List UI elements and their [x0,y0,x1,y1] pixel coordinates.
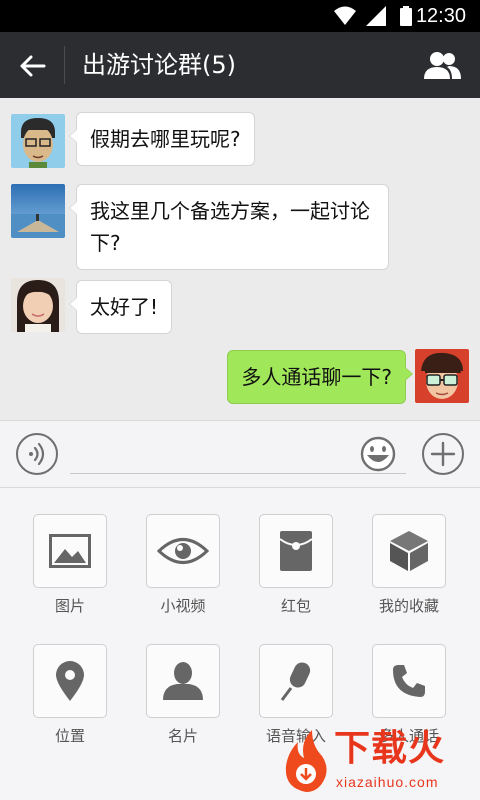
signal-icon [366,6,386,26]
header-divider [64,46,65,84]
microphone-icon [280,662,311,701]
status-time: 12:30 [415,5,466,27]
image-icon [49,534,91,568]
cube-icon [390,531,428,571]
chat-title: 出游讨论群(5) [82,51,236,79]
battery-icon [400,6,412,26]
sent-message-bubble[interactable]: 多人通话聊一下? [227,350,413,404]
avatar-girl-photo[interactable] [11,278,65,332]
group-members-icon[interactable] [422,50,462,80]
avatar-cartoon-glasses[interactable] [11,114,65,168]
tool-contact-card[interactable]: 名片 [127,644,239,746]
tool-favorites[interactable]: 我的收藏 [353,514,465,616]
tool-image[interactable]: 图片 [14,514,126,616]
message-bubble[interactable]: 太好了! [68,280,173,334]
wifi-icon [334,6,356,25]
phone-icon [393,665,425,697]
watermark-text: 下载火 [334,728,446,769]
input-bar [0,420,480,488]
chat-area[interactable]: 假期去哪里玩呢? 我这里几个备选方案，一起讨论下? 太好了! 多人通话聊一下? [0,98,480,420]
message-input[interactable] [70,435,352,471]
flame-logo-icon [285,730,327,792]
emoji-button[interactable] [357,433,399,475]
voice-toggle-button[interactable] [16,433,58,475]
watermark: 下载火 xiazaihuo.com [276,722,480,800]
voice-icon [29,442,45,466]
emoji-icon [360,436,396,472]
chat-header: 出游讨论群(5) [0,32,480,98]
avatar-cartoon-boy[interactable] [415,349,469,403]
message-bubble[interactable]: 我这里几个备选方案，一起讨论下? [69,184,389,270]
message-bubble[interactable]: 假期去哪里玩呢? [69,112,255,166]
watermark-url: xiazaihuo.com [336,774,439,790]
tool-location[interactable]: 位置 [14,644,126,746]
person-card-icon [163,662,203,700]
status-bar: 12:30 [0,0,480,32]
red-packet-icon [280,531,312,571]
input-underline [70,473,406,474]
more-functions-button[interactable] [422,433,464,475]
location-pin-icon [56,661,84,701]
tool-short-video[interactable]: 小视频 [127,514,239,616]
eye-icon [157,538,209,564]
back-arrow-icon[interactable] [18,51,48,81]
tool-red-packet[interactable]: 红包 [240,514,352,616]
avatar-lake-photo[interactable] [11,184,65,238]
plus-icon [430,441,456,467]
